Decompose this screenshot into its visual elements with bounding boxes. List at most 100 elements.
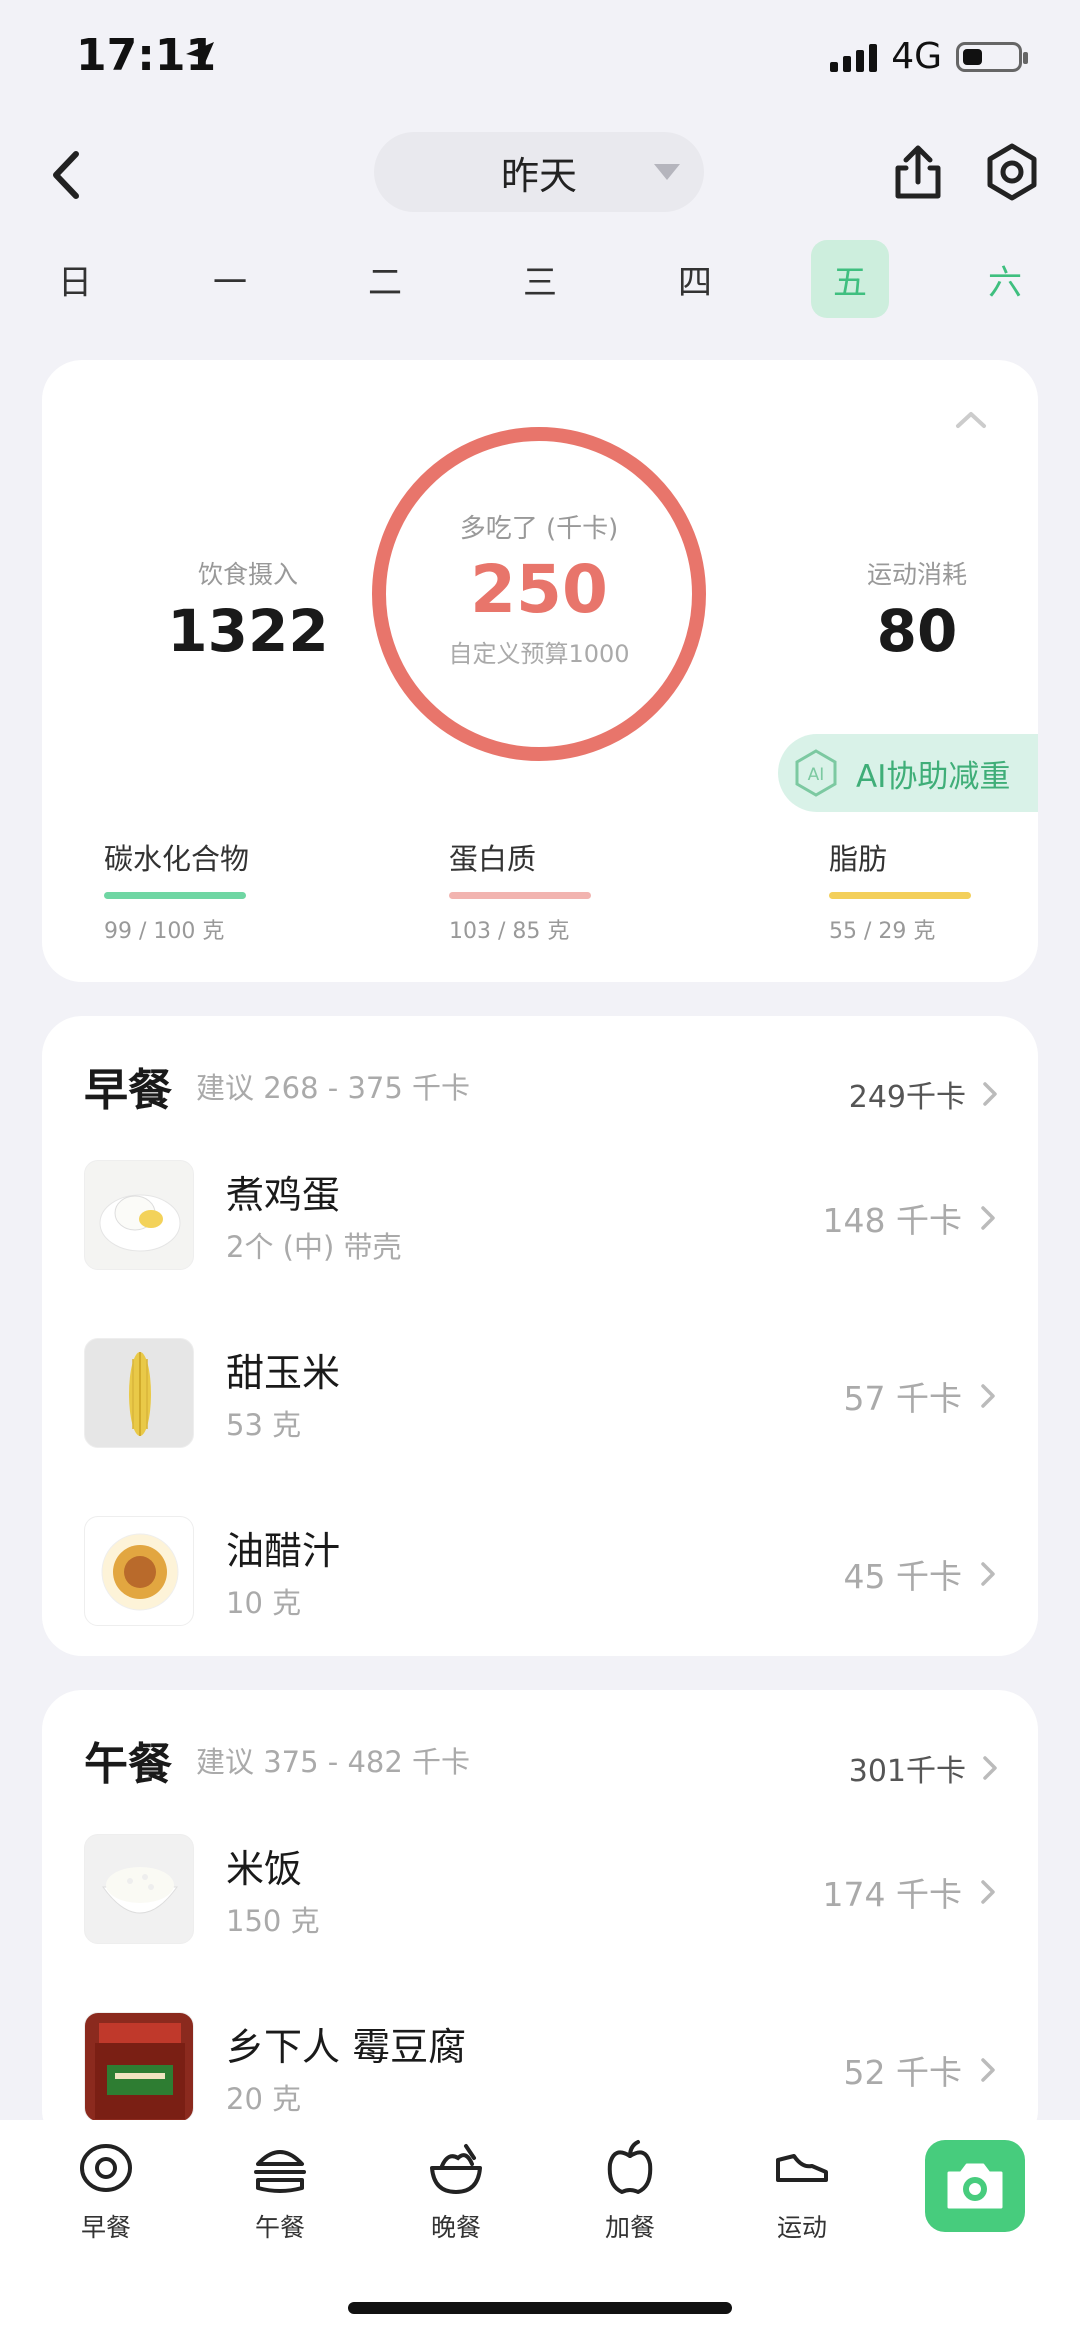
macro-name: 碳水化合物 [104, 842, 250, 876]
food-name: 米饭 [226, 1847, 303, 1891]
macro-amount: 103 / 85 克 [449, 919, 570, 944]
macro-bar [829, 892, 971, 899]
food-name: 油醋汁 [226, 1529, 341, 1573]
food-row[interactable]: 甜玉米 53 克 57 千卡 [84, 1338, 996, 1448]
ai-weight-loss-button[interactable]: AI AI协助减重 [778, 734, 1038, 812]
tab-snack[interactable]: 加餐 [570, 2138, 690, 2244]
chevron-right-icon [983, 1082, 997, 1106]
food-kcal: 174 千卡 [823, 1868, 996, 1916]
food-kcal-value: 174 千卡 [822, 1875, 962, 1914]
chevron-right-icon [981, 1384, 995, 1408]
network-label: 4G [891, 36, 942, 77]
home-indicator [348, 2302, 732, 2314]
tab-lunch[interactable]: 午餐 [220, 2138, 340, 2244]
chevron-right-icon [981, 1206, 995, 1230]
macro-protein: 蛋白质 103 / 85 克 [449, 836, 669, 945]
caret-down-icon [654, 164, 680, 180]
food-kcal-value: 148 千卡 [822, 1201, 962, 1240]
food-row[interactable]: 乡下人 霉豆腐 20 克 52 千卡 [84, 2012, 996, 2122]
food-kcal: 52 千卡 [844, 2046, 996, 2094]
meal-hint: 建议 375 - 482 千卡 [196, 1745, 471, 1779]
food-thumbnail [84, 1834, 194, 1944]
lunch-card: 午餐 建议 375 - 482 千卡 301千卡 米饭 150 克 174 千卡… [42, 1690, 1038, 2150]
breakfast-card: 早餐 建议 268 - 375 千卡 249千卡 煮鸡蛋 2个 (中) 带壳 1… [42, 1016, 1038, 1656]
battery-icon [956, 41, 1028, 72]
day-sat[interactable]: 六 [966, 240, 1044, 318]
intake-stat: 饮食摄入 1322 [118, 555, 378, 665]
food-name: 甜玉米 [226, 1351, 341, 1395]
meal-title: 早餐 [84, 1065, 172, 1116]
apple-icon [607, 2140, 653, 2194]
settings-button[interactable] [980, 140, 1044, 210]
ring-label: 多吃了 (千卡) [459, 514, 619, 544]
macro-amount: 99 / 100 克 [104, 919, 225, 944]
share-icon [895, 145, 941, 199]
intake-label: 饮食摄入 [197, 560, 298, 589]
food-thumbnail [84, 1160, 194, 1270]
food-thumbnail [84, 2012, 194, 2122]
camera-button[interactable] [925, 2140, 1025, 2232]
exercise-stat: 运动消耗 80 [787, 555, 1038, 665]
bowl-icon [430, 2144, 482, 2194]
camera-icon [947, 2163, 1003, 2209]
meal-total[interactable]: 301千卡 [849, 1746, 998, 1790]
food-quantity: 20 克 [226, 2082, 302, 2116]
meal-total[interactable]: 249千卡 [849, 1072, 998, 1116]
macro-name: 脂肪 [829, 842, 888, 876]
egg-icon [80, 2144, 132, 2192]
chevron-up-icon[interactable] [954, 410, 988, 434]
tab-label: 早餐 [80, 2213, 131, 2242]
meal-total-value: 301千卡 [848, 1754, 966, 1789]
food-quantity: 2个 (中) 带壳 [226, 1230, 402, 1264]
chevron-right-icon [981, 1562, 995, 1586]
macro-bar [104, 892, 246, 899]
calorie-ring: 多吃了 (千卡) 250 自定义预算1000 [367, 422, 711, 766]
tab-label: 晚餐 [430, 2213, 481, 2242]
meal-hint: 建议 268 - 375 千卡 [196, 1071, 471, 1105]
chevron-right-icon [983, 1756, 997, 1780]
macro-carbs: 碳水化合物 99 / 100 克 [104, 836, 324, 945]
day-fri[interactable]: 五 [811, 240, 889, 318]
location-arrow-icon [184, 40, 216, 76]
food-row[interactable]: 煮鸡蛋 2个 (中) 带壳 148 千卡 [84, 1160, 996, 1270]
back-button[interactable] [36, 140, 96, 210]
week-selector: 日 一 二 三 四 五 六 [36, 240, 1044, 318]
food-quantity: 10 克 [226, 1586, 302, 1620]
tab-label: 午餐 [254, 2213, 305, 2242]
day-thu[interactable]: 四 [656, 240, 734, 318]
food-kcal: 148 千卡 [823, 1194, 996, 1242]
meal-title: 午餐 [84, 1739, 172, 1790]
intake-value: 1322 [167, 597, 329, 665]
burger-icon [254, 2150, 306, 2193]
macro-bar [449, 892, 591, 899]
meal-total-value: 249千卡 [848, 1080, 966, 1115]
day-mon[interactable]: 一 [191, 240, 269, 318]
ai-weight-loss-label: AI协助减重 [856, 758, 1011, 795]
signal-icon [830, 42, 878, 72]
share-button[interactable] [886, 140, 950, 210]
calorie-summary-card: 饮食摄入 1322 多吃了 (千卡) 250 自定义预算1000 运动消耗 80… [42, 360, 1038, 982]
food-thumbnail [84, 1516, 194, 1626]
food-row[interactable]: 油醋汁 10 克 45 千卡 [84, 1516, 996, 1626]
food-name: 煮鸡蛋 [226, 1173, 341, 1217]
ai-badge-text: AI [808, 765, 825, 785]
food-kcal: 57 千卡 [844, 1372, 996, 1420]
ring-value: 250 [470, 551, 608, 628]
status-indicators: 4G [830, 36, 1028, 77]
food-kcal-value: 45 千卡 [843, 1557, 962, 1596]
chevron-left-icon [53, 151, 79, 199]
chevron-right-icon [981, 2058, 995, 2082]
tab-exercise[interactable]: 运动 [742, 2138, 862, 2244]
food-row[interactable]: 米饭 150 克 174 千卡 [84, 1834, 996, 1944]
chevron-right-icon [981, 1880, 995, 1904]
tab-dinner[interactable]: 晚餐 [396, 2138, 516, 2244]
day-wed[interactable]: 三 [501, 240, 579, 318]
date-label: 昨天 [500, 153, 577, 198]
tab-breakfast[interactable]: 早餐 [46, 2138, 166, 2244]
hexagon-settings-icon [987, 143, 1037, 201]
date-selector[interactable]: 昨天 [374, 132, 704, 212]
budget-label: 自定义预算1000 [448, 640, 630, 668]
day-sun[interactable]: 日 [36, 240, 114, 318]
day-tue[interactable]: 二 [346, 240, 424, 318]
food-name: 乡下人 霉豆腐 [226, 2025, 467, 2069]
